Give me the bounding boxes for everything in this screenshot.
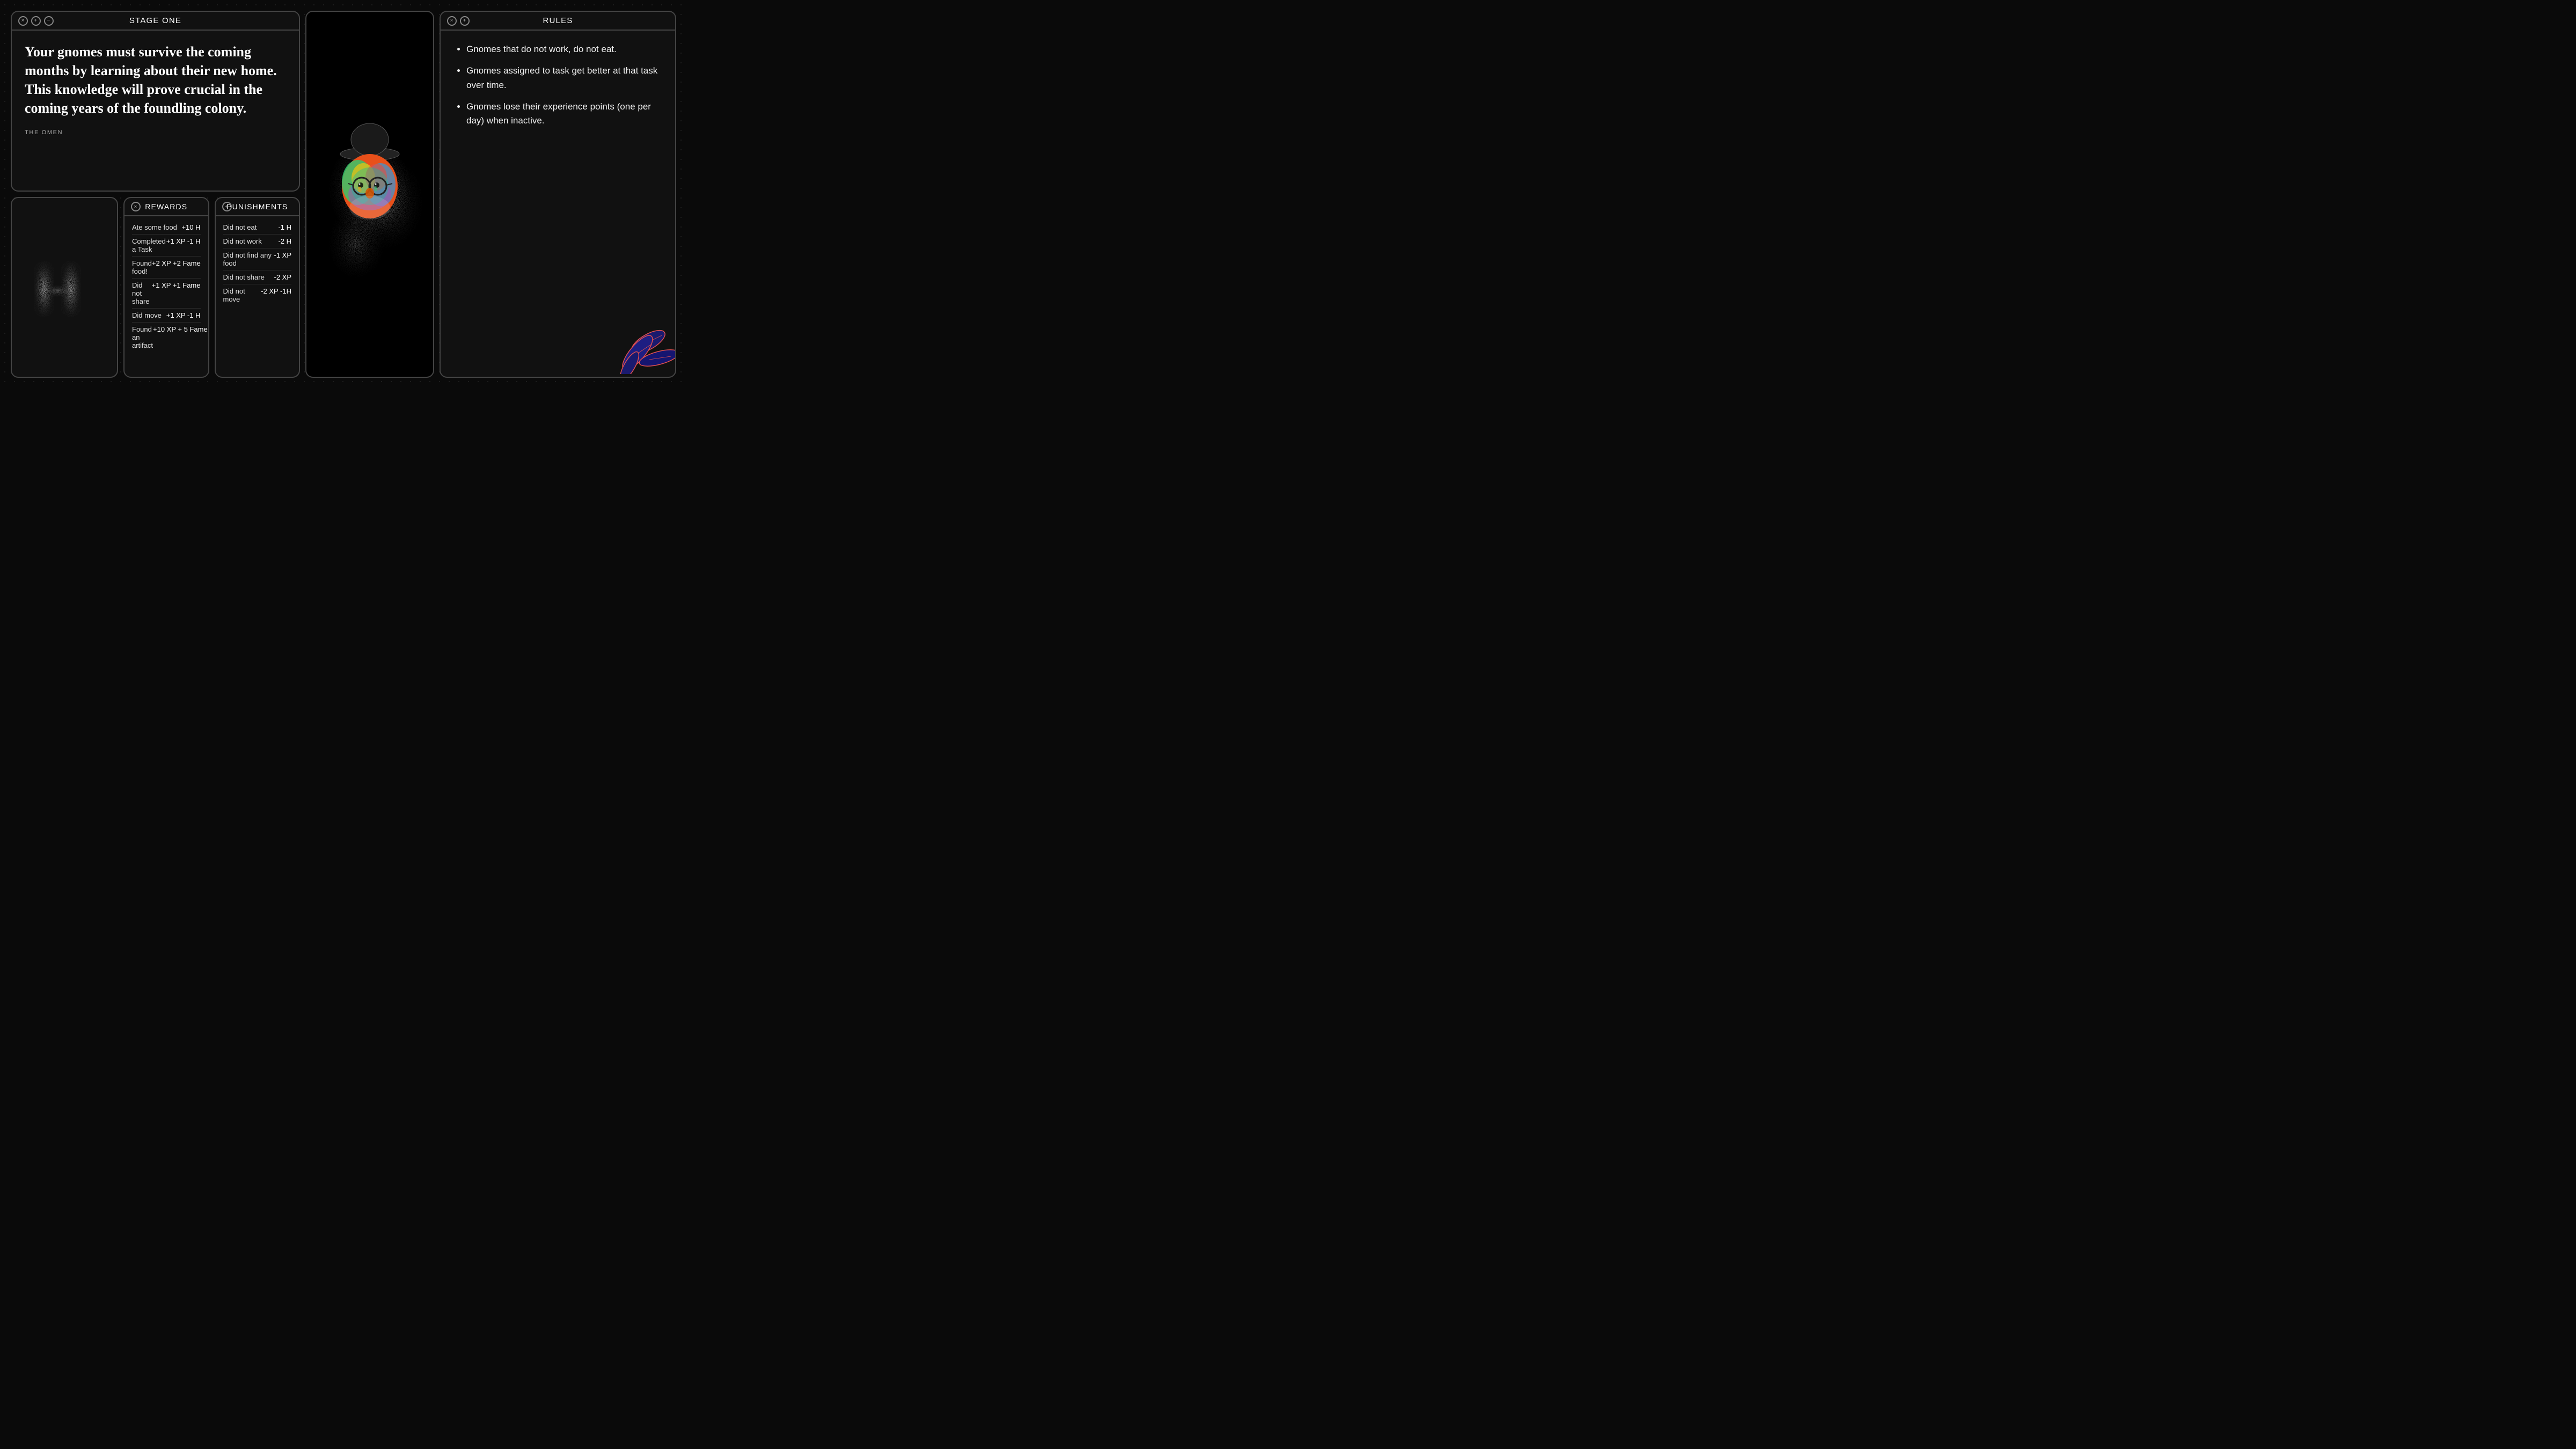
stage-omen-label: THE OMEN: [25, 129, 286, 136]
gnome-head-svg: $ $: [316, 103, 423, 286]
punishment-row-3: Did not find any food -1 XP: [223, 248, 292, 270]
close-button[interactable]: ×: [18, 16, 28, 26]
reward-row-2: Completed a Task +1 XP -1 H: [132, 235, 201, 257]
rules-item-1: Gnomes that do not work, do not eat.: [466, 42, 660, 56]
reward-label-2: Completed a Task: [132, 237, 166, 253]
reward-value-4: +1 XP +1 Fame: [152, 281, 201, 305]
rewards-header: × REWARDS: [125, 198, 208, 216]
rules-card: × + RULES Gnomes that do not work, do no…: [440, 11, 676, 378]
punishment-label-4: Did not share: [223, 273, 265, 281]
rules-item-3: Gnomes lose their experience points (one…: [466, 100, 660, 128]
rewards-title: REWARDS: [145, 202, 187, 211]
reward-value-5: +1 XP -1 H: [166, 311, 201, 319]
rules-header: × + RULES: [441, 12, 675, 31]
svg-text:$: $: [358, 186, 362, 193]
punishment-label-2: Did not work: [223, 237, 262, 245]
rules-item-2: Gnomes assigned to task get better at th…: [466, 64, 660, 92]
reward-label-6: Found an artifact: [132, 325, 153, 349]
rules-body: Gnomes that do not work, do not eat. Gno…: [441, 31, 675, 377]
punishment-value-3: -1 XP: [274, 251, 291, 267]
gnome-head-card: $ $: [305, 11, 434, 378]
punishment-label-3: Did not find any food: [223, 251, 274, 267]
punishments-card: + PUNISHMENTS Did not eat -1 H Did not w…: [215, 197, 301, 378]
reward-label-4: Did not share: [132, 281, 152, 305]
punishment-row-2: Did not work -2 H: [223, 235, 292, 248]
punishment-label-5: Did not move: [223, 287, 261, 303]
stage-one-body: Your gnomes must survive the coming mont…: [12, 31, 299, 145]
reward-value-3: +2 XP +2 Fame: [152, 259, 201, 275]
rewards-card: × REWARDS Ate some food +10 H Completed …: [123, 197, 209, 378]
punishments-add-button[interactable]: +: [222, 202, 232, 211]
reward-value-6: +10 XP + 5 Fame: [153, 325, 208, 349]
punishment-value-2: -2 H: [278, 237, 291, 245]
punishment-value-1: -1 H: [278, 223, 291, 231]
stage-one-title: STAGE ONE: [129, 16, 181, 25]
gnome-symbol-svg: [24, 245, 105, 331]
stage-one-text: Your gnomes must survive the coming mont…: [25, 42, 286, 118]
punishments-table: Did not eat -1 H Did not work -2 H Did n…: [216, 216, 299, 310]
reward-row-1: Ate some food +10 H: [132, 221, 201, 235]
punishments-header: + PUNISHMENTS: [216, 198, 299, 216]
minimize-button[interactable]: −: [44, 16, 54, 26]
reward-row-3: Found food! +2 XP +2 Fame: [132, 257, 201, 279]
bottom-row: × REWARDS Ate some food +10 H Completed …: [11, 197, 300, 378]
reward-label-3: Found food!: [132, 259, 152, 275]
punishments-title: PUNISHMENTS: [226, 202, 288, 211]
rules-close-button[interactable]: ×: [447, 16, 457, 26]
rewards-table: Ate some food +10 H Completed a Task +1 …: [125, 216, 208, 356]
punishment-row-1: Did not eat -1 H: [223, 221, 292, 235]
reward-value-2: +1 XP -1 H: [166, 237, 201, 253]
punishment-label-1: Did not eat: [223, 223, 257, 231]
reward-row-5: Did move +1 XP -1 H: [132, 309, 201, 323]
rules-title: RULES: [543, 16, 573, 25]
reward-label-5: Did move: [132, 311, 162, 319]
rules-add-button[interactable]: +: [460, 16, 470, 26]
gnome-symbol-card: [11, 197, 118, 378]
stage-one-card: × + − STAGE ONE Your gnomes must survive…: [11, 11, 300, 192]
stage-one-header: × + − STAGE ONE: [12, 12, 299, 31]
reward-row-4: Did not share +1 XP +1 Fame: [132, 279, 201, 309]
punishment-row-5: Did not move -2 XP -1H: [223, 284, 292, 306]
punishment-value-5: -2 XP -1H: [261, 287, 291, 303]
punishment-row-4: Did not share -2 XP: [223, 270, 292, 284]
add-button[interactable]: +: [31, 16, 41, 26]
reward-value-1: +10 H: [181, 223, 200, 231]
rules-list: Gnomes that do not work, do not eat. Gno…: [456, 42, 660, 128]
reward-row-6: Found an artifact +10 XP + 5 Fame: [132, 323, 201, 352]
svg-text:$: $: [374, 186, 377, 192]
rewards-close-button[interactable]: ×: [131, 202, 141, 211]
punishment-value-4: -2 XP: [274, 273, 291, 281]
reward-label-1: Ate some food: [132, 223, 177, 231]
